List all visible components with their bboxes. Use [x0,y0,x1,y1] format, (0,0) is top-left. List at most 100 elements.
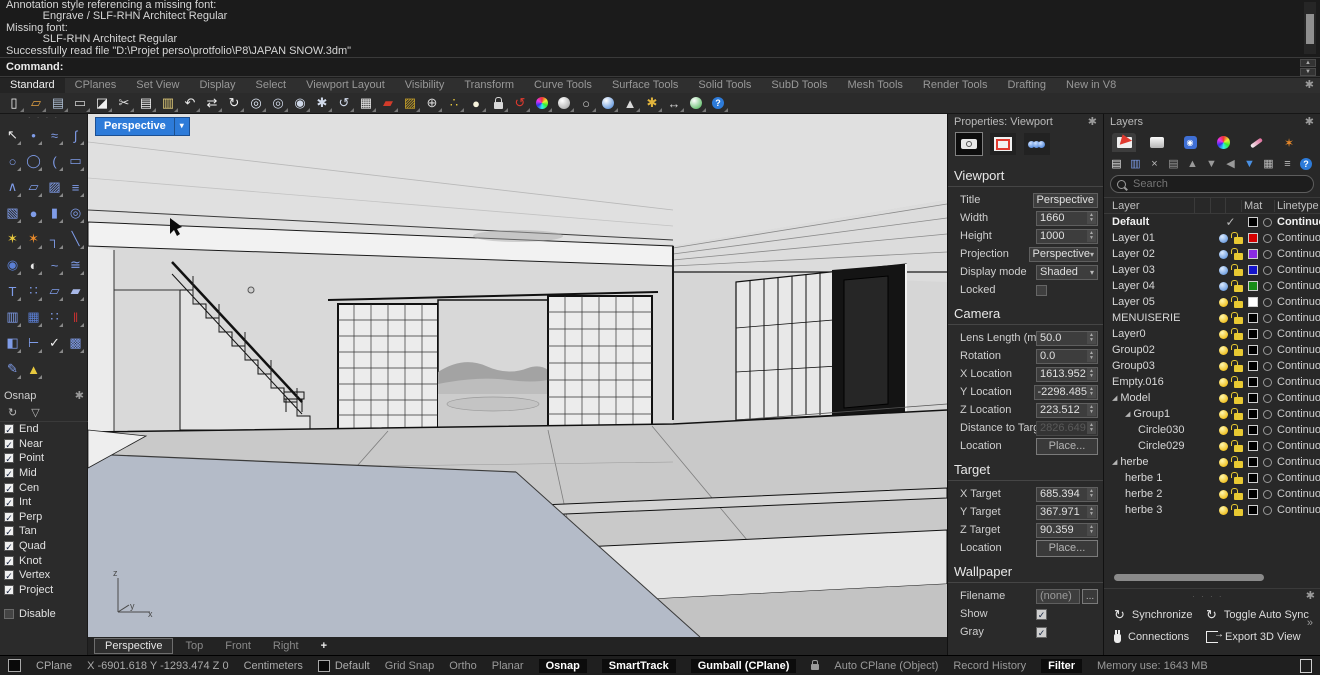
layer-row-default[interactable]: Default✓Continuous [1104,214,1320,230]
command-area-resize[interactable]: ▲ ▼ [1300,59,1316,76]
layer-material-icon[interactable] [1260,442,1275,451]
layer-visibility-bulb-icon[interactable] [1216,458,1231,467]
layer-visibility-bulb-icon[interactable] [1216,298,1231,307]
export-3d-view-button[interactable]: Export 3D View [1206,631,1320,643]
prop-rotation-spinner[interactable]: ▲▼ [1087,350,1096,362]
curve-blend-icon[interactable]: ~ [44,252,65,278]
layer-lock-icon[interactable] [1231,329,1245,340]
ellipse-icon[interactable]: ◯ [23,148,44,174]
layers-tab-layers[interactable] [1112,133,1136,152]
help-icon[interactable]: ? [707,94,729,113]
array-linear-icon[interactable]: ‖ [65,304,86,330]
osnap-mode-int[interactable]: ✓Int [0,495,88,510]
extrude-icon[interactable]: ▥ [2,304,23,330]
layer-row-layer-04[interactable]: Layer 04Continuous [1104,278,1320,294]
layer-lock-icon[interactable] [1231,377,1245,388]
project-checkbox[interactable]: ✓ [4,585,14,595]
layer-color-swatch[interactable] [1245,281,1260,291]
layer-lock-icon[interactable] [1231,297,1245,308]
prop-gray-checkbox[interactable]: ✓ [1036,627,1047,638]
layer-color-swatch[interactable] [1245,217,1260,227]
status-item-cplane[interactable]: CPlane [36,660,72,672]
layers-duplicate-layer-icon[interactable]: ▤ [1167,157,1180,170]
explode-icon[interactable]: ✶ [23,226,44,252]
shaded-viewport-icon[interactable] [553,94,575,113]
prop-title-input[interactable]: Perspective [1033,193,1098,208]
menu-tab-subd-tools[interactable]: SubD Tools [761,78,837,93]
viewport-tab-right[interactable]: Right [263,639,309,653]
chamfer-icon[interactable]: ╲ [65,226,86,252]
layer-material-icon[interactable] [1260,362,1275,371]
layer-linetype[interactable]: Continuous [1275,488,1320,500]
curve-interpolated-icon[interactable]: ≈ [44,122,65,148]
osnap-restore-icon[interactable]: ↻ [8,406,17,419]
knot-checkbox[interactable]: ✓ [4,556,14,566]
match-curve-icon[interactable]: ≅ [65,252,86,278]
layers-new-sublayer-icon[interactable]: ▥ [1129,157,1142,170]
cursor-coordinates[interactable]: X -6901.618 Y -1293.474 Z 0 [87,660,228,672]
layer-color-swatch[interactable] [1245,345,1260,355]
layer-linetype[interactable]: Continuous [1275,408,1320,420]
zoom-window-icon[interactable]: ◎ [267,94,289,113]
viewport-title-menu[interactable]: Perspective ▾ [96,118,189,135]
layers-move-up-icon[interactable]: ▲ [1186,158,1199,170]
circle-icon[interactable]: ○ [2,148,23,174]
prop-x-location-spinner[interactable]: ▲▼ [1087,368,1096,380]
layer-search-input[interactable] [1131,177,1307,191]
osnap-filter-icon[interactable]: ▽ [31,406,39,419]
layers-tab-rendering[interactable] [1145,133,1169,152]
layer-material-icon[interactable] [1260,250,1275,259]
layer-row-herbe-2[interactable]: herbe 2Continuous [1104,486,1320,502]
array-points-icon[interactable]: ∷ [44,304,65,330]
layer-row-herbe[interactable]: ◢herbeContinuous [1104,454,1320,470]
sphere-icon[interactable]: ● [23,200,44,226]
layer-color-swatch[interactable] [1245,265,1260,275]
cylinder-icon[interactable]: ▮ [44,200,65,226]
prop-y-location-input[interactable]: -2298.485▲▼ [1034,385,1099,400]
layer-linetype[interactable]: Continuous [1275,424,1320,436]
status-item-filter[interactable]: Filter [1041,659,1082,673]
layer-color-swatch[interactable] [1245,361,1260,371]
mesh-tools-icon[interactable]: ▩ [65,330,86,356]
point-checkbox[interactable]: ✓ [4,453,14,463]
vertex-checkbox[interactable]: ✓ [4,570,14,580]
prop-lens-length-mr-input[interactable]: 50.0▲▼ [1036,331,1098,346]
star-burst-icon[interactable]: ✶ [2,226,23,252]
layer-visibility-bulb-icon[interactable] [1216,394,1231,403]
wireframe-viewport-icon[interactable]: ○ [575,94,597,113]
filter-color-swatch[interactable] [8,659,21,672]
viewport-tab-front[interactable]: Front [215,639,261,653]
command-scrollbar-thumb[interactable] [1306,14,1314,44]
osnap-mode-vertex[interactable]: ✓Vertex [0,568,88,583]
command-history[interactable]: Annotation style referencing a missing f… [0,0,1320,57]
cen-checkbox[interactable]: ✓ [4,483,14,493]
prop-y-target-spinner[interactable]: ▲▼ [1087,506,1096,518]
layer-linetype[interactable]: Continuous [1275,344,1320,356]
layer-material-icon[interactable] [1260,458,1275,467]
layers-list-menu-icon[interactable]: ≡ [1281,158,1294,170]
prop-projection-dropdown-caret[interactable]: ▾ [1090,250,1094,259]
paint-tool-icon[interactable]: ▰ [65,278,86,304]
array-grid-icon[interactable]: ▦ [23,304,44,330]
osnap-disable-row[interactable]: Disable [0,607,88,622]
layers-grid-view-icon[interactable]: ▦ [1262,157,1275,170]
layer-color-swatch[interactable] [1245,297,1260,307]
layer-visibility-bulb-icon[interactable] [1216,474,1231,483]
prop-location-button[interactable]: Place... [1036,438,1098,455]
layer-visibility-bulb-icon[interactable] [1216,490,1231,499]
layer-visibility-bulb-icon[interactable] [1216,426,1231,435]
int-checkbox[interactable]: ✓ [4,497,14,507]
cone-tool-icon[interactable]: ▲ [23,356,44,382]
layer-material-icon[interactable] [1260,394,1275,403]
paste-icon[interactable]: ▥ [157,94,179,113]
layers-new-layer-icon[interactable]: ▤ [1110,157,1123,170]
fillet-icon[interactable]: ┐ [44,226,65,252]
prop-width-input[interactable]: 1660▲▼ [1036,211,1098,226]
layer-color-swatch[interactable] [1245,473,1260,483]
new-viewport-tab-button[interactable]: + [311,639,337,653]
osnap-mode-end[interactable]: ✓End [0,422,88,437]
layer-linetype[interactable]: Continuous [1275,328,1320,340]
scale-icon[interactable]: ▱ [44,278,65,304]
prop-x-target-spinner[interactable]: ▲▼ [1087,488,1096,500]
menu-tab-render-tools[interactable]: Render Tools [913,78,998,93]
